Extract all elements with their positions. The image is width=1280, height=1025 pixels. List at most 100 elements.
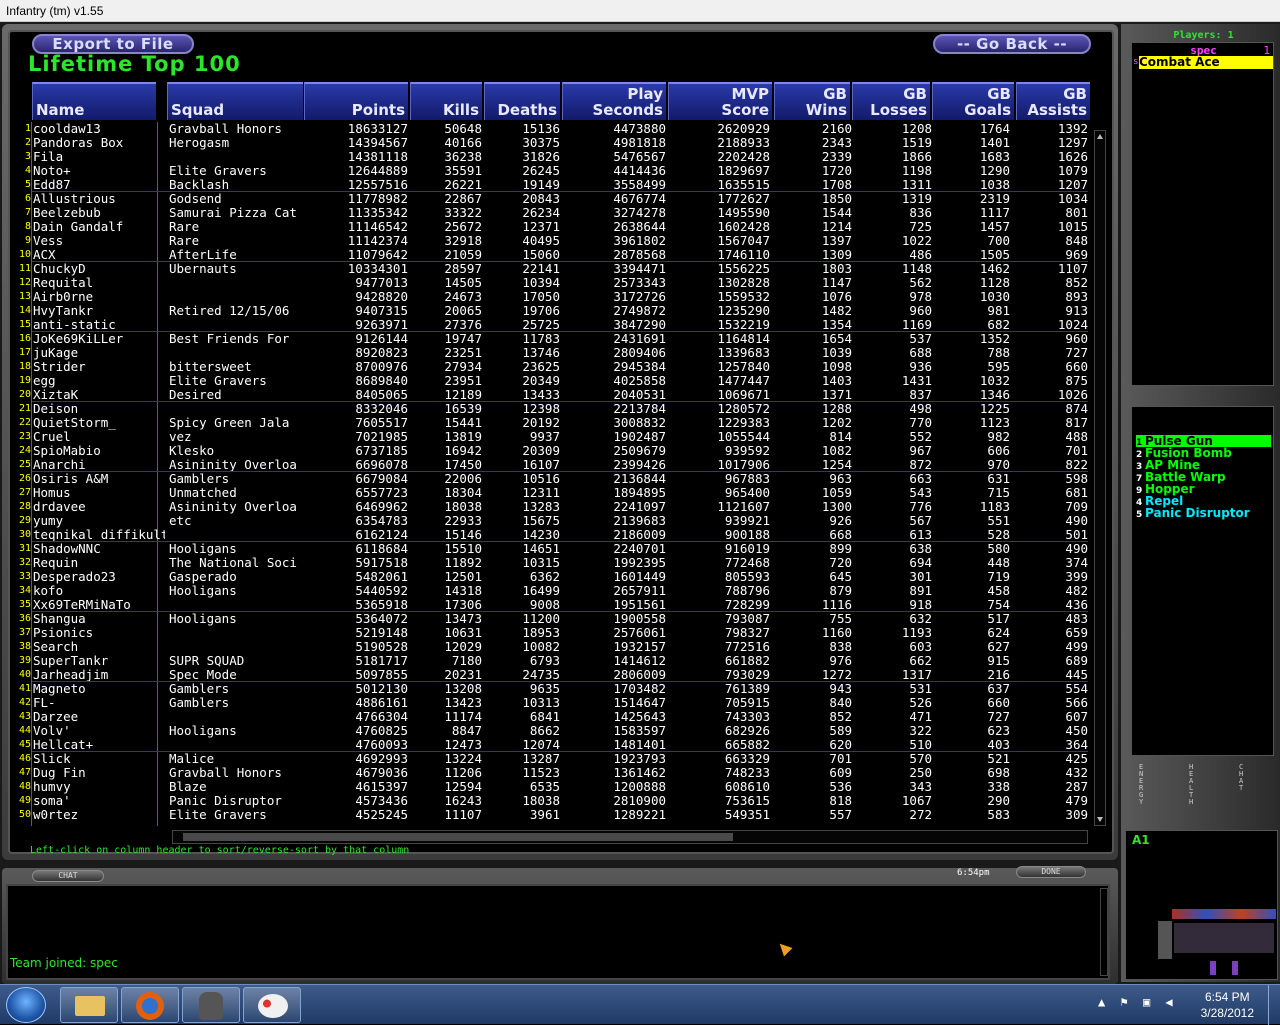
play-seconds-cell: 2878568 [613,248,666,262]
table-row[interactable]: 25 Anarchi Asininity Overloa 6696078 17450 16… [18,458,1088,472]
table-row[interactable]: 20 XiztaK Desired 8405065 12189 13433 2040531 1… [18,388,1088,402]
column-header-gba[interactable]: GB Assists [1016,82,1090,120]
deaths-cell: 11523 [522,766,560,780]
table-row[interactable]: 26 Osiris A&M Gamblers 6679084 22006 10516 213… [18,472,1088,486]
table-row[interactable]: 40 Jarheadjim Spec Mode 5097855 20231 24735 28… [18,668,1088,682]
table-row[interactable]: 14 HvyTankr Retired 12/15/06 9407315 20065 19… [18,304,1088,318]
table-row[interactable]: 39 SuperTankr SUPR SQUAD 5181717 7180 6793 141… [18,654,1088,668]
table-row[interactable]: 33 Desperado23 Gasperado 5482061 12501 6362 16… [18,570,1088,584]
table-row[interactable]: 38 Search 5190528 12029 10082 1932157 772516 83… [18,640,1088,654]
done-button[interactable]: DONE [1016,866,1086,878]
table-row[interactable]: 28 drdavee Asininity Overloa 6469962 18038 13… [18,500,1088,514]
table-row[interactable]: 17 juKage 8920823 23251 13746 2809406 1339683 1… [18,346,1088,360]
table-row[interactable]: 31 ShadowNNC Hooligans 6118684 15510 14651 224… [18,542,1088,556]
chat-tab[interactable]: CHAT [32,870,104,882]
table-row[interactable]: 3 Fila 14381118 36238 31826 5476567 2202428 233… [18,150,1088,164]
table-row[interactable]: 24 SpioMabio Klesko 6737185 16942 20309 250967… [18,444,1088,458]
table-row[interactable]: 29 yumy etc 6354783 22933 15675 2139683 939921 9… [18,514,1088,528]
gb-wins-cell: 1397 [821,234,852,248]
sort-hint: Left-click on column header to sort/reve… [30,845,410,856]
table-row[interactable]: 30 teqnikal diffikulti 6162124 15146 14230 21… [18,528,1088,542]
mvp-score-cell: 965400 [724,486,770,500]
table-row[interactable]: 43 Darzee 4766304 11174 6841 1425643 743303 852… [18,710,1088,724]
table-row[interactable]: 11 ChuckyD Ubernauts 10334301 28597 22141 3394… [18,262,1088,276]
table-row[interactable]: 10 ACX AfterLife 11079642 21059 15060 2878568 1… [18,248,1088,262]
gb-goals-cell: 583 [987,808,1010,822]
infantry-app-icon[interactable] [182,987,240,1023]
table-row[interactable]: 42 FL- Gamblers 4886161 13423 10313 1514647 705… [18,696,1088,710]
table-row[interactable]: 47 Dug Fin Gravball Honors 4679036 11206 1152… [18,766,1088,780]
horizontal-scrollbar[interactable] [172,830,1088,844]
column-header-kills[interactable]: Kills [410,82,482,120]
table-row[interactable]: 15 anti-static 9263971 27376 25725 3847290 153… [18,318,1088,332]
column-header-squad[interactable]: Squad [167,82,303,120]
column-header-gbg[interactable]: GB Goals [932,82,1014,120]
table-row[interactable]: 9 Vess Rare 11142374 32918 40495 3961802 156704… [18,234,1088,248]
column-header-deaths[interactable]: Deaths [484,82,560,120]
system-tray[interactable]: ▲ ⚑ ▣ ◀ [1098,995,1178,1015]
column-header-name[interactable]: Name [32,82,156,120]
table-row[interactable]: 6 Allustrious Godsend 11778982 22867 20843 467… [18,192,1088,206]
table-row[interactable]: 49 soma' Panic Disruptor 4573436 16243 18038 2… [18,794,1088,808]
table-row[interactable]: 36 Shangua Hooligans 5364072 13473 11200 19005… [18,612,1088,626]
minimap[interactable]: A1 [1125,830,1278,980]
clock[interactable]: 6:54 PM 3/28/2012 [1201,989,1254,1021]
chat-scrollbar[interactable] [1100,888,1108,976]
show-hidden-icons-icon[interactable]: ▲ [1098,995,1109,1009]
volume-icon[interactable]: ◀ [1165,995,1176,1009]
column-header-mvp[interactable]: MVP Score [668,82,772,120]
table-row[interactable]: 50 w0rtez Elite Gravers 4525245 11107 3961 128… [18,808,1088,822]
points-cell: 8332046 [355,402,408,416]
firefox-app-icon[interactable] [121,987,179,1023]
table-row[interactable]: 27 Homus Unmatched 6557723 18304 12311 1894895… [18,486,1088,500]
table-row[interactable]: 18 Strider bittersweet 8700976 27934 23625 294… [18,360,1088,374]
show-desktop-button[interactable] [1268,985,1280,1025]
export-to-file-button[interactable]: Export to File [32,34,194,54]
table-row[interactable]: 12 Requital 9477013 14505 10394 2573343 130282… [18,276,1088,290]
table-row[interactable]: 45 Hellcat+ 4760093 12473 12074 1481401 665882… [18,738,1088,752]
squad-cell: etc [169,514,192,528]
kills-cell: 12029 [444,640,482,654]
table-row[interactable]: 48 humvy Blaze 4615397 12594 6535 1200888 60861… [18,780,1088,794]
mvp-score-cell: 2188933 [717,136,770,150]
table-row[interactable]: 2 Pandoras Box Herogasm 14394567 40166 30375 4… [18,136,1088,150]
table-row[interactable]: 44 Volv' Hooligans 4760825 8847 8662 1583597 68… [18,724,1088,738]
column-header-gbl[interactable]: GB Losses [852,82,930,120]
table-row[interactable]: 7 Beelzebub Samurai Pizza Cat 11335342 33322… [18,206,1088,220]
table-row[interactable]: 4 Noto+ Elite Gravers 12644889 35591 26245 441… [18,164,1088,178]
table-row[interactable]: 22 QuietStorm_ Spicy Green Jala 7605517 1544… [18,416,1088,430]
table-row[interactable]: 16 JoKe69KiLLer Best Friends For 9126144 197… [18,332,1088,346]
table-row[interactable]: 34 kofo Hooligans 5440592 14318 16499 2657911 7… [18,584,1088,598]
table-row[interactable]: 5 Edd87 Backlash 12557516 26221 19149 3558499 1… [18,178,1088,192]
table-row[interactable]: 21 Deison 8332046 16539 12398 2213784 1280572 1… [18,402,1088,416]
column-header-line1: Play [627,85,663,103]
network-icon[interactable]: ▣ [1143,995,1154,1009]
paint-app-icon[interactable] [243,987,301,1023]
table-row[interactable]: 35 Xx69TeRMiNaTo 5365918 17306 9008 1951561 72… [18,598,1088,612]
inventory-item[interactable]: 5 Panic Disruptor [1136,507,1271,520]
table-row[interactable]: 41 Magneto Gamblers 5012130 13208 9635 1703482… [18,682,1088,696]
table-row[interactable]: 46 Slick Malice 4692993 13224 13287 1923793 663… [18,752,1088,766]
player-row[interactable]: Combat Ace [1139,56,1273,69]
column-header-points[interactable]: Points [304,82,408,120]
table-row[interactable]: 37 Psionics 5219148 10631 18953 2576061 798327… [18,626,1088,640]
column-header-play[interactable]: Play Seconds [562,82,666,120]
table-row[interactable]: 8 Dain Gandalf Rare 11146542 25672 12371 26386… [18,220,1088,234]
flag-icon[interactable]: ⚑ [1120,995,1131,1009]
deaths-cell: 10394 [522,276,560,290]
table-row[interactable]: 23 Cruel vez 7021985 13819 9937 1902487 1055544… [18,430,1088,444]
table-row[interactable]: 32 Requin The National Soci 5917518 11892 103… [18,556,1088,570]
table-row[interactable]: 1 cooldaw13 Gravball Honors 18633127 50648 15… [18,122,1088,136]
column-header-gbw[interactable]: GB Wins [774,82,850,120]
go-back-button[interactable]: -- Go Back -- [933,34,1091,54]
start-button[interactable] [6,987,46,1023]
scroll-up-icon[interactable] [1097,133,1103,139]
horizontal-scroll-thumb[interactable] [183,833,733,841]
table-row[interactable]: 13 Airb0rne 9428820 24673 17050 3172726 155953… [18,290,1088,304]
explorer-app-icon[interactable] [60,987,118,1023]
points-cell: 12557516 [347,178,408,192]
scroll-down-icon[interactable] [1097,817,1103,823]
table-row[interactable]: 19 egg Elite Gravers 8689840 23951 20349 40258… [18,374,1088,388]
vertical-scrollbar[interactable] [1094,130,1106,826]
rank-cell: 23 [18,431,31,442]
